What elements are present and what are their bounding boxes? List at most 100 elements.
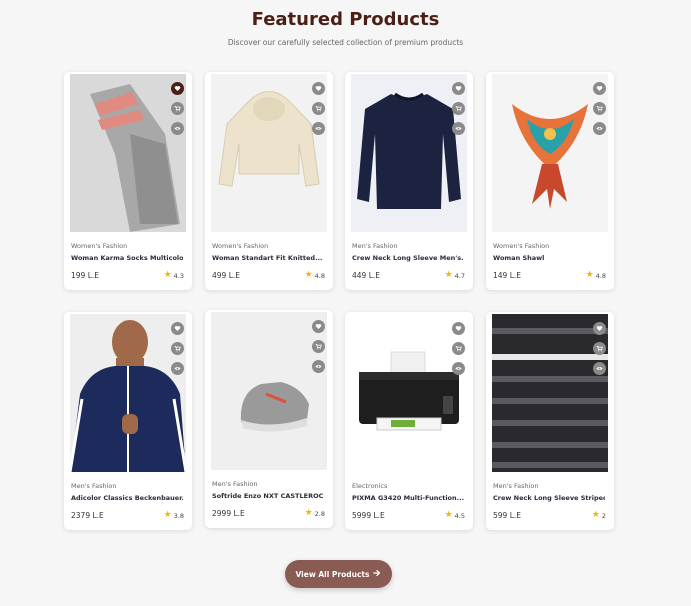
rating-value: 2 [601,511,606,520]
product-rating: ★ 2.8 [305,509,325,518]
star-icon: ★ [163,510,172,520]
product-name[interactable]: Woman Standart Fit Knitted... [212,254,324,262]
cart-icon[interactable] [593,102,606,115]
product-name[interactable]: Adicolor Classics Beckenbauer... [71,494,183,502]
eye-icon[interactable] [593,362,606,375]
product-rating: ★ 2 [592,511,606,520]
heart-icon[interactable] [452,82,465,95]
product-name[interactable]: Crew Neck Long Sleeve Men's... [352,254,464,262]
product-category: Men's Fashion [493,482,539,490]
cart-icon[interactable] [312,340,325,353]
star-icon: ★ [304,270,313,280]
cart-icon[interactable] [171,102,184,115]
rating-value: 4.3 [173,271,184,280]
product-card[interactable]: Men's Fashion Crew Neck Long Sleeve Men'… [345,72,473,290]
heart-icon[interactable] [312,320,325,333]
product-category: Women's Fashion [212,242,269,250]
rating-value: 2.8 [314,509,325,518]
heart-icon[interactable] [452,322,465,335]
product-category: Men's Fashion [71,482,117,490]
rating-value: 4.8 [595,271,606,280]
rating-value: 3.8 [173,511,184,520]
view-all-label: View All Products [295,569,370,579]
eye-icon[interactable] [593,122,606,135]
product-card[interactable]: Men's Fashion Crew Neck Long Sleeve Stri… [486,312,614,530]
star-icon: ★ [591,510,600,520]
product-actions [171,322,184,375]
heart-icon[interactable] [171,82,184,95]
product-category: Men's Fashion [212,480,258,488]
heart-icon[interactable] [312,82,325,95]
product-name[interactable]: PIXMA G3420 Multi-Function... [352,494,464,502]
product-name[interactable]: Softride Enzo NXT CASTLEROCK... [212,492,324,500]
product-price: 599 L.E [493,511,522,520]
product-price: 499 L.E [212,271,241,280]
eye-icon[interactable] [312,122,325,135]
eye-icon[interactable] [171,122,184,135]
product-rating: ★ 4.7 [445,271,465,280]
page-title: Featured Products [251,9,440,30]
product-category: Electronics [352,482,388,490]
arrow-right-icon [373,569,381,579]
product-actions [593,82,606,135]
product-actions [452,322,465,375]
product-price: 2379 L.E [71,511,104,520]
star-icon: ★ [444,270,453,280]
product-image[interactable] [70,74,186,232]
product-actions [312,320,325,373]
product-image[interactable] [492,314,608,472]
heart-icon[interactable] [593,82,606,95]
product-actions [452,82,465,135]
cart-icon[interactable] [593,342,606,355]
product-card[interactable]: Men's Fashion Softride Enzo NXT CASTLERO… [205,310,333,528]
product-rating: ★ 4.3 [164,271,184,280]
star-icon: ★ [585,270,594,280]
star-icon: ★ [444,510,453,520]
product-price: 5999 L.E [352,511,385,520]
eye-icon[interactable] [452,362,465,375]
eye-icon[interactable] [171,362,184,375]
cart-icon[interactable] [312,102,325,115]
product-card[interactable]: Electronics PIXMA G3420 Multi-Function..… [345,312,473,530]
product-rating: ★ 4.8 [305,271,325,280]
product-name[interactable]: Woman Shawl [493,254,605,262]
product-price: 199 L.E [71,271,100,280]
product-card[interactable]: Women's Fashion Woman Standart Fit Knitt… [205,72,333,290]
page-subtitle: Discover our carefully selected collecti… [227,38,464,47]
product-card[interactable]: Men's Fashion Adicolor Classics Beckenba… [64,312,192,530]
product-category: Men's Fashion [352,242,398,250]
product-actions [171,82,184,135]
product-image[interactable] [492,74,608,232]
product-name[interactable]: Woman Karma Socks Multicolour [71,254,183,262]
product-card[interactable]: Women's Fashion Woman Karma Socks Multic… [64,72,192,290]
heart-icon[interactable] [593,322,606,335]
rating-value: 4.5 [454,511,465,520]
product-card[interactable]: Women's Fashion Woman Shawl 149 L.E ★ 4.… [486,72,614,290]
product-image[interactable] [351,74,467,232]
product-actions [312,82,325,135]
eye-icon[interactable] [312,360,325,373]
product-image[interactable] [351,314,467,472]
product-rating: ★ 4.8 [586,271,606,280]
rating-value: 4.7 [454,271,465,280]
view-all-products-button[interactable]: View All Products [285,560,392,588]
star-icon: ★ [163,270,172,280]
product-image[interactable] [70,314,186,472]
cart-icon[interactable] [171,342,184,355]
product-rating: ★ 4.5 [445,511,465,520]
product-category: Women's Fashion [493,242,550,250]
eye-icon[interactable] [452,122,465,135]
product-image[interactable] [211,312,327,470]
cart-icon[interactable] [452,342,465,355]
heart-icon[interactable] [171,322,184,335]
star-icon: ★ [304,508,313,518]
cart-icon[interactable] [452,102,465,115]
product-image[interactable] [211,74,327,232]
product-category: Women's Fashion [71,242,128,250]
product-price: 2999 L.E [212,509,245,518]
rating-value: 4.8 [314,271,325,280]
product-name[interactable]: Crew Neck Long Sleeve Striped... [493,494,605,502]
product-rating: ★ 3.8 [164,511,184,520]
product-price: 449 L.E [352,271,381,280]
product-price: 149 L.E [493,271,522,280]
